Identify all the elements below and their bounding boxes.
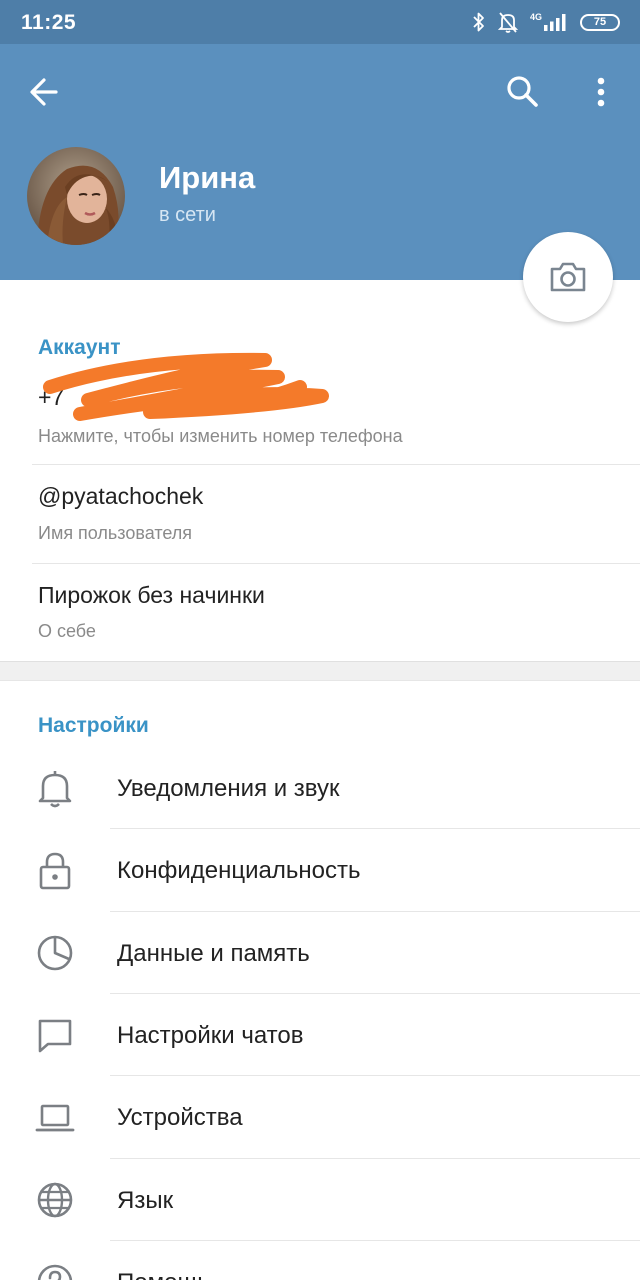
help-icon xyxy=(37,1264,73,1280)
bell-icon xyxy=(38,771,72,808)
status-icons: 4G 75 xyxy=(472,10,620,34)
status-bar: 11:25 4G 75 xyxy=(0,0,640,44)
back-button[interactable] xyxy=(26,74,66,110)
profile-status: в сети xyxy=(159,204,216,226)
settings-item-label: Конфиденциальность xyxy=(117,857,361,884)
search-button[interactable] xyxy=(502,72,542,112)
settings-item-language[interactable]: Язык xyxy=(0,1159,640,1241)
bio-value: Пирожок без начинки xyxy=(38,582,265,608)
camera-icon xyxy=(550,262,586,292)
avatar[interactable] xyxy=(27,147,125,245)
profile-name: Ирина xyxy=(159,160,256,195)
settings-item-help[interactable]: Помощь xyxy=(0,1241,640,1280)
status-time: 11:25 xyxy=(21,11,77,34)
redaction-scribble xyxy=(43,352,329,421)
bio-row[interactable]: Пирожок без начинки О себе xyxy=(0,564,640,661)
settings-item-notifications[interactable]: Уведомления и звук xyxy=(0,747,640,829)
chat-bubble-icon xyxy=(38,1019,72,1053)
settings-item-data-storage[interactable]: Данные и память xyxy=(0,912,640,994)
settings-item-chat-settings[interactable]: Настройки чатов xyxy=(0,994,640,1076)
section-separator xyxy=(0,661,640,681)
more-options-button[interactable] xyxy=(584,72,618,112)
settings-item-privacy[interactable]: Конфиденциальность xyxy=(0,829,640,911)
battery-icon: 75 xyxy=(580,13,620,31)
signal-icon xyxy=(544,14,566,31)
globe-icon xyxy=(37,1182,73,1218)
username-value: @pyatachochek xyxy=(38,483,204,509)
settings-item-label: Уведомления и звук xyxy=(117,775,340,802)
bio-label: О себе xyxy=(38,621,96,641)
set-photo-button[interactable] xyxy=(523,232,613,322)
network-type: 4G xyxy=(530,13,568,31)
search-icon xyxy=(507,76,538,107)
back-arrow-icon xyxy=(30,78,58,106)
settings-section-title: Настройки xyxy=(38,714,149,737)
settings-item-label: Язык xyxy=(117,1187,174,1214)
username-row[interactable]: @pyatachochek Имя пользователя xyxy=(0,465,640,563)
pie-chart-icon xyxy=(37,935,73,971)
settings-item-label: Данные и память xyxy=(117,940,310,967)
lock-icon xyxy=(39,852,71,890)
mute-bell-icon xyxy=(497,12,518,33)
phone-hint: Нажмите, чтобы изменить номер телефона xyxy=(38,426,403,446)
username-label: Имя пользователя xyxy=(38,523,193,543)
settings-item-label: Помощь xyxy=(117,1269,210,1280)
settings-item-label: Настройки чатов xyxy=(117,1022,304,1049)
avatar-image xyxy=(27,147,125,245)
bluetooth-icon xyxy=(473,12,484,32)
settings-item-label: Устройства xyxy=(117,1104,243,1131)
settings-item-devices[interactable]: Устройства xyxy=(0,1076,640,1158)
laptop-icon xyxy=(35,1104,75,1132)
more-vertical-icon xyxy=(597,77,605,107)
network-label: 4G xyxy=(529,12,542,22)
